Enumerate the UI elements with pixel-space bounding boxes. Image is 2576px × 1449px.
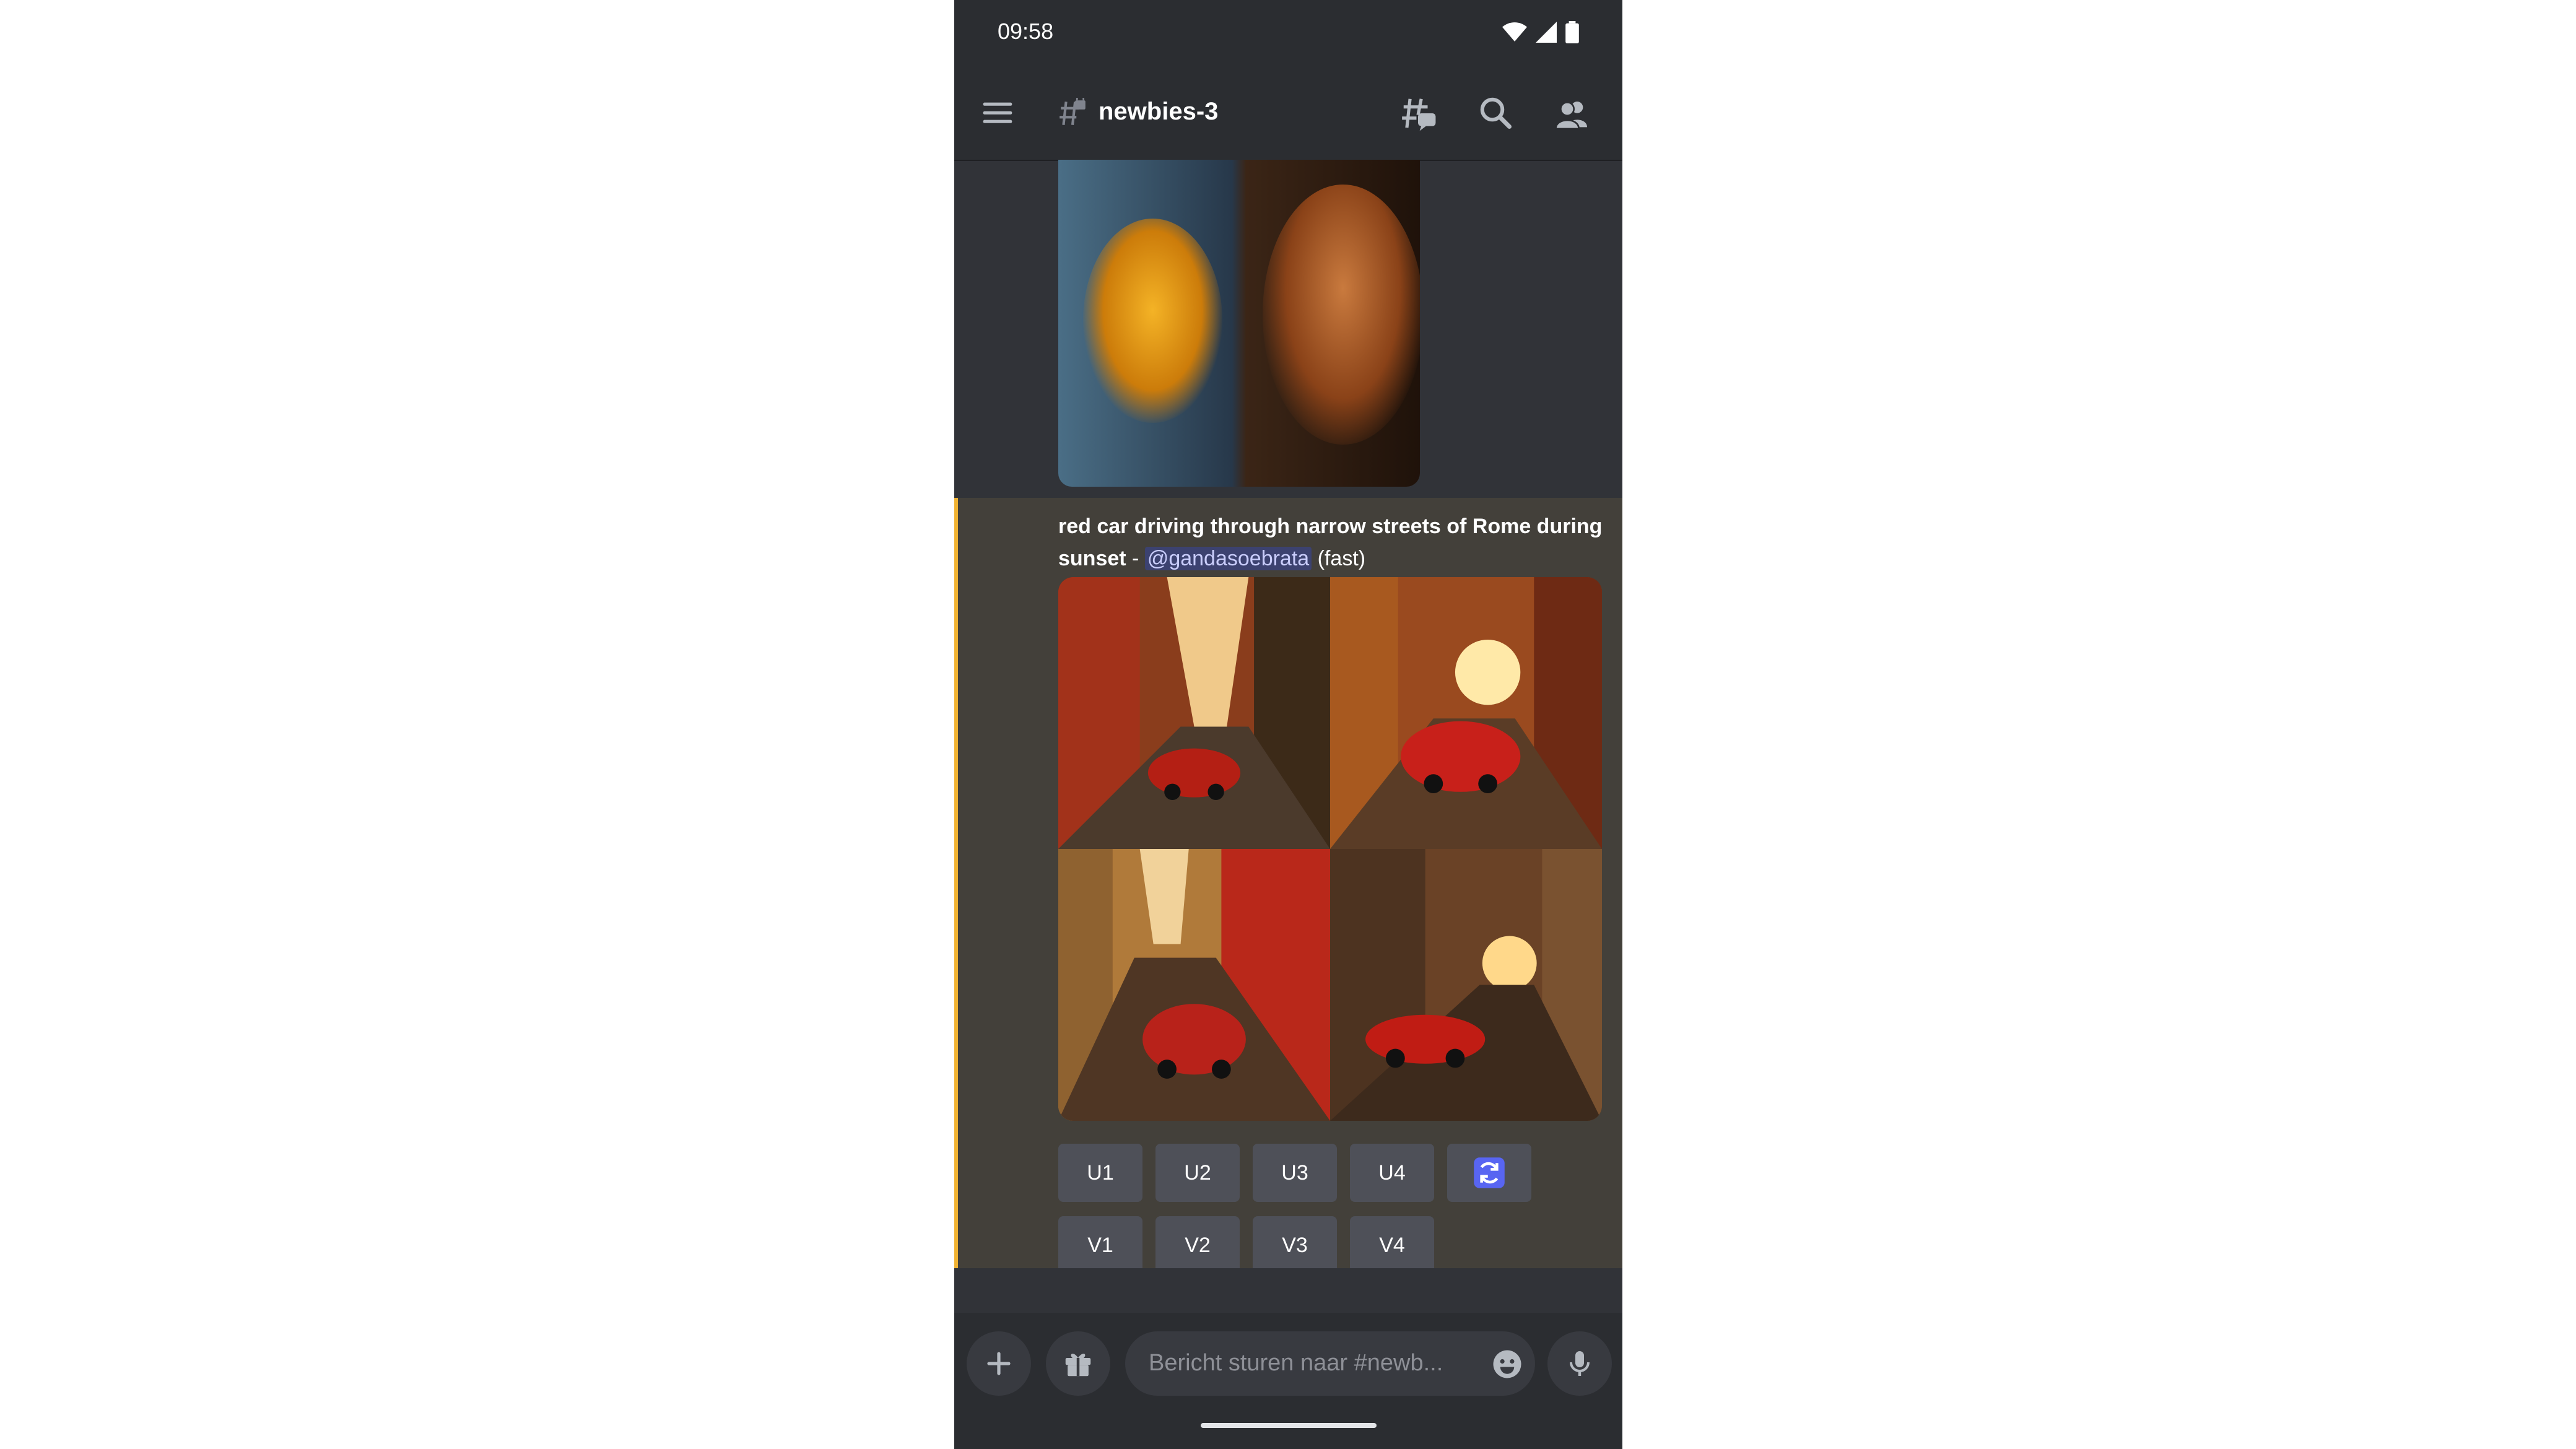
image-tile <box>1058 577 1330 849</box>
add-attachment-button[interactable] <box>967 1331 1031 1396</box>
generated-image-grid[interactable] <box>1058 577 1602 1121</box>
locked-channel-icon <box>1060 98 1086 125</box>
message-input-placeholder: Bericht sturen naar #newb... <box>1149 1350 1443 1376</box>
mode-label: (fast) <box>1317 547 1366 570</box>
status-icons <box>1502 21 1579 43</box>
gift-button[interactable] <box>1046 1331 1110 1396</box>
v3-button[interactable]: V3 <box>1253 1216 1337 1268</box>
message-content: red car driving through narrow streets o… <box>1058 510 1603 575</box>
battery-icon <box>1565 21 1579 43</box>
voice-message-button[interactable] <box>1547 1331 1612 1396</box>
emoji-icon[interactable] <box>1490 1347 1524 1381</box>
menu-icon[interactable] <box>980 95 1015 130</box>
previous-image-attachment[interactable] <box>1058 160 1420 487</box>
image-tile <box>1330 849 1602 1121</box>
wifi-icon <box>1502 22 1527 41</box>
microphone-icon <box>1570 1351 1590 1376</box>
v1-button[interactable]: V1 <box>1058 1216 1142 1268</box>
u1-button[interactable]: U1 <box>1058 1144 1142 1202</box>
u3-button[interactable]: U3 <box>1253 1144 1337 1202</box>
variation-button-row: V1 V2 V3 V4 <box>1058 1216 1434 1268</box>
search-icon[interactable] <box>1477 94 1514 131</box>
message-list[interactable]: red car driving through narrow streets o… <box>954 160 1622 1268</box>
refresh-icon <box>1474 1157 1505 1188</box>
v2-button[interactable]: V2 <box>1155 1216 1240 1268</box>
u2-button[interactable]: U2 <box>1155 1144 1240 1202</box>
channel-header: newbies-3 <box>954 67 1622 161</box>
composer-bar: Bericht sturen naar #newb... <box>954 1313 1622 1449</box>
threads-icon[interactable] <box>1399 94 1437 133</box>
plus-icon <box>987 1352 1011 1375</box>
status-time: 09:58 <box>998 19 1054 44</box>
mention-highlight-bar <box>954 498 958 1268</box>
image-shape <box>1083 219 1222 423</box>
message-input[interactable]: Bericht sturen naar #newb... <box>1125 1331 1535 1396</box>
reroll-button[interactable] <box>1447 1144 1531 1202</box>
upscale-button-row: U1 U2 U3 U4 <box>1058 1144 1531 1202</box>
members-icon[interactable] <box>1552 94 1592 134</box>
gift-icon <box>1065 1354 1091 1377</box>
user-mention[interactable]: @gandasoebrata <box>1144 547 1312 570</box>
u4-button[interactable]: U4 <box>1350 1144 1434 1202</box>
image-tile <box>1330 577 1602 849</box>
separator: - <box>1126 547 1145 570</box>
v4-button[interactable]: V4 <box>1350 1216 1434 1268</box>
home-indicator[interactable] <box>1201 1423 1377 1428</box>
status-bar: 09:58 <box>954 0 1622 67</box>
channel-name[interactable]: newbies-3 <box>1099 98 1218 126</box>
phone-screen: 09:58 newbies-3 red car driving through … <box>954 0 1622 1449</box>
image-tile <box>1058 849 1330 1121</box>
signal-icon <box>1536 22 1557 43</box>
highlighted-message: red car driving through narrow streets o… <box>954 498 1622 1268</box>
image-shape <box>1263 185 1420 445</box>
